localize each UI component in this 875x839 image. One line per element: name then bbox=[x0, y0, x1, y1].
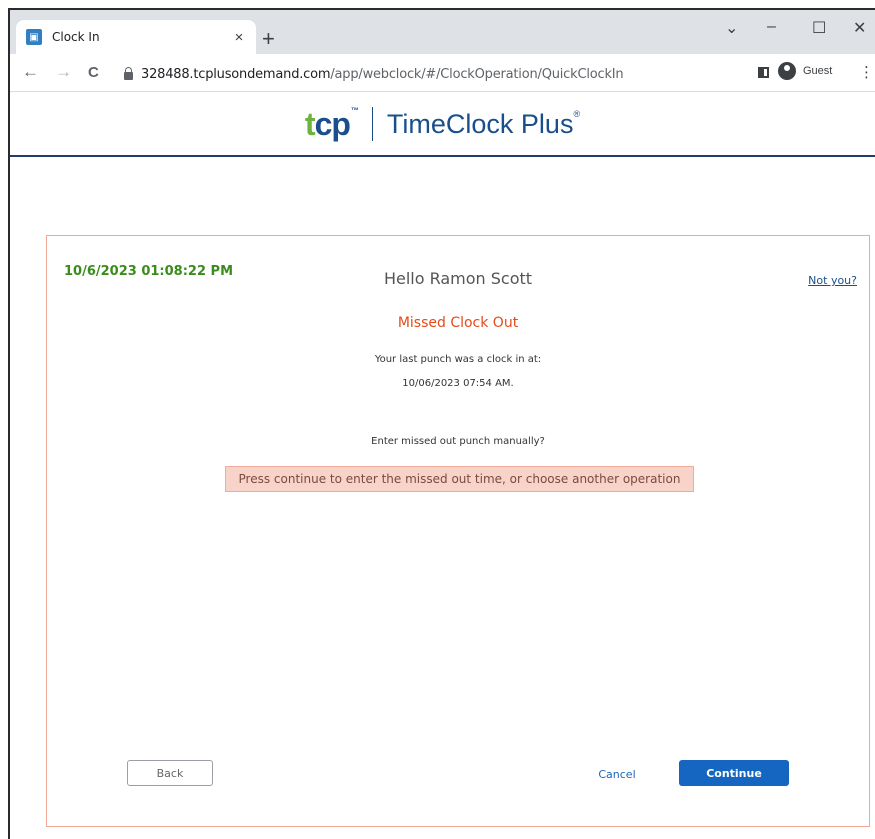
maximize-button[interactable]: ☐ bbox=[812, 18, 826, 38]
url-text: 328488.tcplusondemand.com/app/webclock/#… bbox=[141, 66, 624, 82]
tab-strip: ▣ Clock In × + ⌄ – ☐ ✕ bbox=[10, 10, 875, 54]
logo-name-text: TimeClock Plus bbox=[386, 108, 574, 139]
profile-button[interactable]: Guest bbox=[778, 62, 832, 80]
close-tab-icon[interactable]: × bbox=[230, 29, 248, 46]
cancel-button[interactable]: Cancel bbox=[587, 764, 647, 784]
not-you-link[interactable]: Not you? bbox=[808, 274, 857, 287]
continue-button[interactable]: Continue bbox=[679, 760, 789, 786]
minimize-button[interactable]: – bbox=[767, 18, 776, 36]
missed-clock-out-title: Missed Clock Out bbox=[397, 315, 519, 331]
browser-window: ▣ Clock In × + ⌄ – ☐ ✕ ← → C 328488.tcpl… bbox=[8, 8, 875, 839]
browser-toolbar: ← → C 328488.tcplusondemand.com/app/webc… bbox=[10, 54, 875, 92]
guest-avatar-icon bbox=[778, 62, 796, 80]
url-path: /app/webclock/#/ClockOperation/QuickCloc… bbox=[330, 66, 624, 82]
tab-clock-in[interactable]: ▣ Clock In × bbox=[16, 20, 256, 54]
tab-search-icon[interactable]: ⌄ bbox=[725, 18, 738, 38]
logo-mark-t: t bbox=[304, 105, 316, 142]
last-punch-time: 10/06/2023 07:54 AM. bbox=[402, 378, 514, 389]
logo-name: TimeClock Plus® bbox=[387, 109, 580, 140]
greeting-title: Hello Ramon Scott bbox=[383, 269, 533, 288]
logo-trademark: ™ bbox=[350, 105, 359, 115]
profile-label: Guest bbox=[803, 65, 833, 77]
logo-mark-cp: cp bbox=[314, 105, 351, 142]
more-menu-icon[interactable]: ⋮ bbox=[859, 63, 874, 81]
back-button[interactable]: Back bbox=[127, 760, 213, 786]
reload-icon[interactable]: C bbox=[88, 64, 99, 81]
tcp-logo: tcp™ TimeClock Plus® bbox=[305, 106, 580, 143]
forward-arrow-icon[interactable]: → bbox=[55, 62, 72, 82]
new-tab-button[interactable]: + bbox=[262, 26, 275, 52]
url-host: 328488.tcplusondemand.com bbox=[141, 66, 331, 82]
logo-divider bbox=[371, 107, 373, 141]
continue-notice: Press continue to enter the missed out t… bbox=[225, 466, 694, 492]
logo-mark: tcp™ bbox=[304, 105, 359, 143]
app-header: tcp™ TimeClock Plus® bbox=[10, 93, 875, 157]
side-panel-icon[interactable] bbox=[758, 67, 769, 78]
last-punch-label: Your last punch was a clock in at: bbox=[374, 354, 542, 365]
logo-registered: ® bbox=[573, 108, 581, 119]
tab-title: Clock In bbox=[52, 30, 100, 44]
clock-favicon-icon: ▣ bbox=[26, 29, 42, 45]
back-arrow-icon[interactable]: ← bbox=[22, 62, 39, 82]
address-bar[interactable]: 328488.tcplusondemand.com/app/webclock/#… bbox=[124, 61, 734, 87]
clock-operation-card: 10/6/2023 01:08:22 PM Hello Ramon Scott … bbox=[46, 235, 870, 827]
close-window-button[interactable]: ✕ bbox=[853, 18, 866, 38]
page-content: 10/6/2023 01:08:22 PM Hello Ramon Scott … bbox=[10, 159, 875, 839]
lock-icon bbox=[124, 67, 133, 80]
manual-punch-question: Enter missed out punch manually? bbox=[371, 436, 545, 447]
